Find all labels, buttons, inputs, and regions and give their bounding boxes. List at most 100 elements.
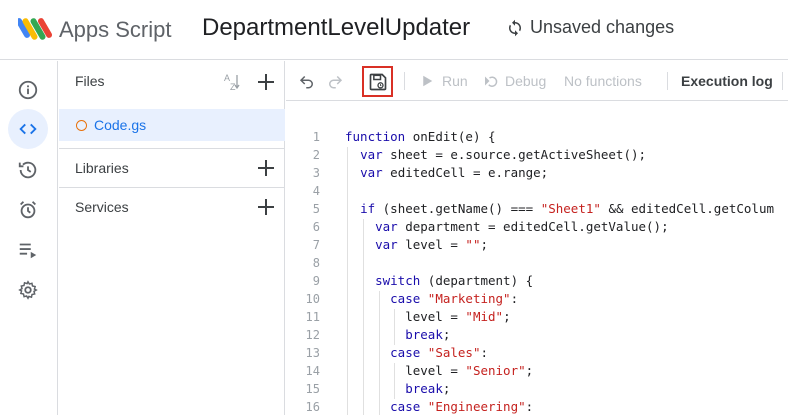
files-header: Files A Z bbox=[59, 61, 285, 101]
code-text: var editedCell = e.range; bbox=[345, 164, 548, 182]
execution-log-button[interactable]: Execution log bbox=[681, 61, 773, 101]
code-line[interactable]: 3 var editedCell = e.range; bbox=[286, 164, 788, 182]
rail-executions[interactable] bbox=[8, 230, 48, 270]
code-line[interactable]: 5 if (sheet.getName() === "Sheet1" && ed… bbox=[286, 200, 788, 218]
play-icon bbox=[418, 72, 436, 90]
executions-icon bbox=[17, 239, 39, 261]
file-item-code-gs[interactable]: Code.gs bbox=[59, 109, 285, 141]
services-section[interactable]: Services bbox=[59, 187, 285, 225]
run-button[interactable]: Run bbox=[418, 61, 468, 101]
rail-overview[interactable] bbox=[8, 70, 48, 110]
line-number: 11 bbox=[286, 308, 320, 326]
app-header: Apps Script DepartmentLevelUpdater Unsav… bbox=[0, 0, 788, 60]
code-line[interactable]: 11 level = "Mid"; bbox=[286, 308, 788, 326]
code-text: case "Marketing": bbox=[345, 290, 518, 308]
line-number: 15 bbox=[286, 380, 320, 398]
function-select-value: No functions bbox=[564, 73, 642, 89]
redo-icon bbox=[326, 72, 344, 90]
file-name: Code.gs bbox=[94, 117, 146, 133]
line-number: 10 bbox=[286, 290, 320, 308]
settings-icon bbox=[17, 279, 39, 301]
line-number: 13 bbox=[286, 344, 320, 362]
apps-script-logo[interactable] bbox=[18, 13, 52, 47]
code-line[interactable]: 10 case "Marketing": bbox=[286, 290, 788, 308]
code-line[interactable]: 9 switch (department) { bbox=[286, 272, 788, 290]
save-project-button[interactable] bbox=[362, 66, 393, 97]
info-icon bbox=[17, 79, 39, 101]
files-title: Files bbox=[75, 73, 105, 89]
line-number: 6 bbox=[286, 218, 320, 236]
code-text: function onEdit(e) { bbox=[345, 128, 496, 146]
sort-az-icon: A Z bbox=[221, 71, 243, 93]
code-line[interactable]: 12 break; bbox=[286, 326, 788, 344]
debug-button[interactable]: Debug bbox=[482, 61, 546, 101]
code-text: level = "Mid"; bbox=[345, 308, 511, 326]
rail-editor[interactable] bbox=[8, 109, 48, 149]
execution-log-label: Execution log bbox=[681, 73, 773, 89]
line-number: 3 bbox=[286, 164, 320, 182]
add-library-button[interactable] bbox=[253, 155, 279, 181]
save-icon bbox=[368, 72, 388, 92]
debug-label: Debug bbox=[505, 73, 546, 89]
code-text: level = "Senior"; bbox=[345, 362, 533, 380]
alarm-icon bbox=[17, 199, 39, 221]
svg-text:Z: Z bbox=[230, 82, 236, 92]
code-line[interactable]: 14 level = "Senior"; bbox=[286, 362, 788, 380]
line-number: 4 bbox=[286, 182, 320, 200]
rail-settings[interactable] bbox=[8, 270, 48, 310]
rail-history[interactable] bbox=[8, 150, 48, 190]
code-text: if (sheet.getName() === "Sheet1" && edit… bbox=[345, 200, 774, 218]
services-label: Services bbox=[75, 199, 129, 215]
code-line[interactable]: 2 var sheet = e.source.getActiveSheet(); bbox=[286, 146, 788, 164]
code-line[interactable]: 13 case "Sales": bbox=[286, 344, 788, 362]
code-line[interactable]: 6 var department = editedCell.getValue()… bbox=[286, 218, 788, 236]
undo-button[interactable] bbox=[298, 61, 316, 101]
editor-toolbar: Run Debug No functions Execution log bbox=[286, 61, 788, 101]
code-line[interactable]: 8 bbox=[286, 254, 788, 272]
plus-icon bbox=[256, 197, 276, 217]
code-text: var level = ""; bbox=[345, 236, 488, 254]
code-text: switch (department) { bbox=[345, 272, 533, 290]
line-number: 8 bbox=[286, 254, 320, 272]
libraries-section[interactable]: Libraries bbox=[59, 148, 285, 186]
line-number: 5 bbox=[286, 200, 320, 218]
code-line[interactable]: 16 case "Engineering": bbox=[286, 398, 788, 415]
sort-files-button[interactable]: A Z bbox=[219, 69, 245, 95]
line-number: 2 bbox=[286, 146, 320, 164]
code-text: case "Sales": bbox=[345, 344, 488, 362]
line-number: 1 bbox=[286, 128, 320, 146]
line-number: 14 bbox=[286, 362, 320, 380]
code-editor[interactable]: 1function onEdit(e) {2 var sheet = e.sou… bbox=[286, 102, 788, 415]
code-text: var department = editedCell.getValue(); bbox=[345, 218, 669, 236]
toolbar-divider bbox=[667, 72, 668, 90]
code-text: break; bbox=[345, 380, 450, 398]
files-panel: Files A Z Code.gs Libraries Services bbox=[59, 61, 285, 415]
code-text: var sheet = e.source.getActiveSheet(); bbox=[345, 146, 646, 164]
plus-icon bbox=[256, 72, 276, 92]
code-text: case "Engineering": bbox=[345, 398, 533, 415]
add-service-button[interactable] bbox=[253, 194, 279, 220]
add-file-button[interactable] bbox=[253, 69, 279, 95]
debug-icon bbox=[482, 72, 500, 90]
app-name: Apps Script bbox=[59, 17, 172, 43]
code-line[interactable]: 1 function onEdit(e) { bbox=[286, 128, 788, 146]
line-number: 16 bbox=[286, 398, 320, 415]
unsaved-dot-icon bbox=[76, 120, 87, 131]
code-line[interactable]: 15 break; bbox=[286, 380, 788, 398]
libraries-label: Libraries bbox=[75, 160, 129, 176]
project-title[interactable]: DepartmentLevelUpdater bbox=[202, 14, 470, 42]
code-line[interactable]: 7 var level = ""; bbox=[286, 236, 788, 254]
rail-triggers[interactable] bbox=[8, 190, 48, 230]
code-text: break; bbox=[345, 326, 450, 344]
undo-icon bbox=[298, 72, 316, 90]
run-label: Run bbox=[442, 73, 468, 89]
function-select[interactable]: No functions bbox=[564, 61, 642, 101]
code-icon bbox=[17, 118, 39, 140]
save-status: Unsaved changes bbox=[506, 17, 674, 38]
redo-button[interactable] bbox=[326, 61, 344, 101]
toolbar-divider bbox=[404, 72, 405, 90]
save-status-text: Unsaved changes bbox=[530, 17, 674, 38]
code-line[interactable]: 4 bbox=[286, 182, 788, 200]
line-number: 7 bbox=[286, 236, 320, 254]
nav-rail bbox=[0, 61, 58, 415]
